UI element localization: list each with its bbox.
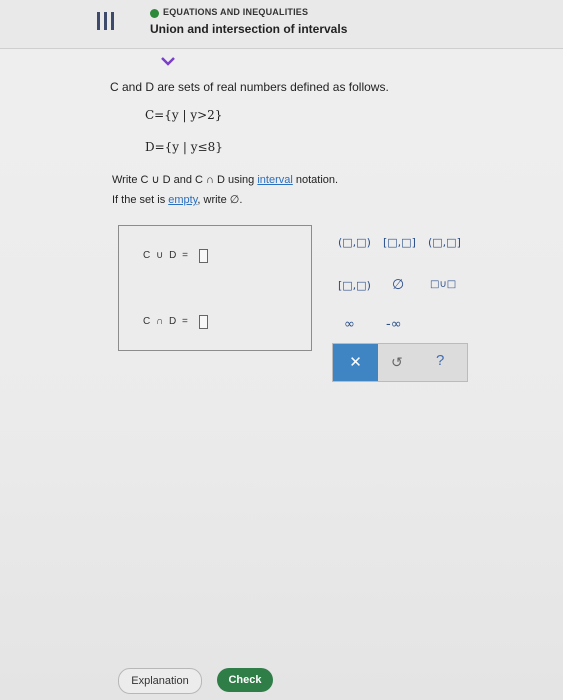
check-button[interactable]: Check <box>217 668 273 692</box>
union-answer-input[interactable] <box>199 249 208 263</box>
instruction-prefix: Write C ∪ D and C ∩ D using <box>112 174 258 186</box>
set-d-definition: D={y | y≤8} <box>145 140 223 154</box>
infinity-key[interactable]: ∞ <box>344 317 355 332</box>
interval-link[interactable]: interval <box>257 174 292 186</box>
chevron-down-icon[interactable] <box>150 50 186 72</box>
open-open-interval-key[interactable]: (□,□) <box>338 236 371 249</box>
lesson-title: Union and intersection of intervals <box>150 22 348 36</box>
instruction-suffix: notation. <box>292 174 339 186</box>
help-icon[interactable]: ? <box>436 352 444 369</box>
empty-instruction: If the set is empty, write ∅. <box>112 193 242 206</box>
open-closed-interval-key[interactable]: (□,□] <box>428 236 461 249</box>
set-c-definition: C={y | y>2} <box>145 108 223 122</box>
empty-link[interactable]: empty <box>168 194 197 206</box>
hamburger-icon[interactable] <box>97 12 119 32</box>
union-key[interactable]: □∪□ <box>430 279 456 290</box>
undo-icon[interactable]: ↺ <box>391 354 403 371</box>
negative-infinity-key[interactable]: -∞ <box>386 317 402 332</box>
problem-intro: C and D are sets of real numbers defined… <box>110 80 389 94</box>
union-label: C ∪ D = <box>143 250 190 261</box>
intersection-answer-input[interactable] <box>199 315 208 329</box>
empty-set-key[interactable]: ∅ <box>392 277 404 293</box>
screen: EQUATIONS AND INEQUALITIES Union and int… <box>0 0 563 700</box>
answer-box: C ∪ D = C ∩ D = <box>118 225 312 351</box>
header: EQUATIONS AND INEQUALITIES Union and int… <box>0 0 563 49</box>
intersection-label: C ∩ D = <box>143 316 190 327</box>
empty-prefix: If the set is <box>112 194 169 206</box>
keypad: (□,□) [□,□] (□,□] [□,□) ∅ □∪□ ∞ -∞ <box>332 225 466 343</box>
empty-suffix: , write ∅. <box>197 194 243 206</box>
keypad-actions: ✕ ↺ ? <box>332 343 468 382</box>
closed-closed-interval-key[interactable]: [□,□] <box>383 236 416 249</box>
explanation-button[interactable]: Explanation <box>118 668 202 694</box>
topic-label: EQUATIONS AND INEQUALITIES <box>163 7 309 17</box>
status-dot-icon <box>150 9 159 18</box>
clear-button[interactable]: ✕ <box>333 344 378 381</box>
closed-open-interval-key[interactable]: [□,□) <box>338 279 371 292</box>
instruction: Write C ∪ D and C ∩ D using interval not… <box>112 173 338 186</box>
